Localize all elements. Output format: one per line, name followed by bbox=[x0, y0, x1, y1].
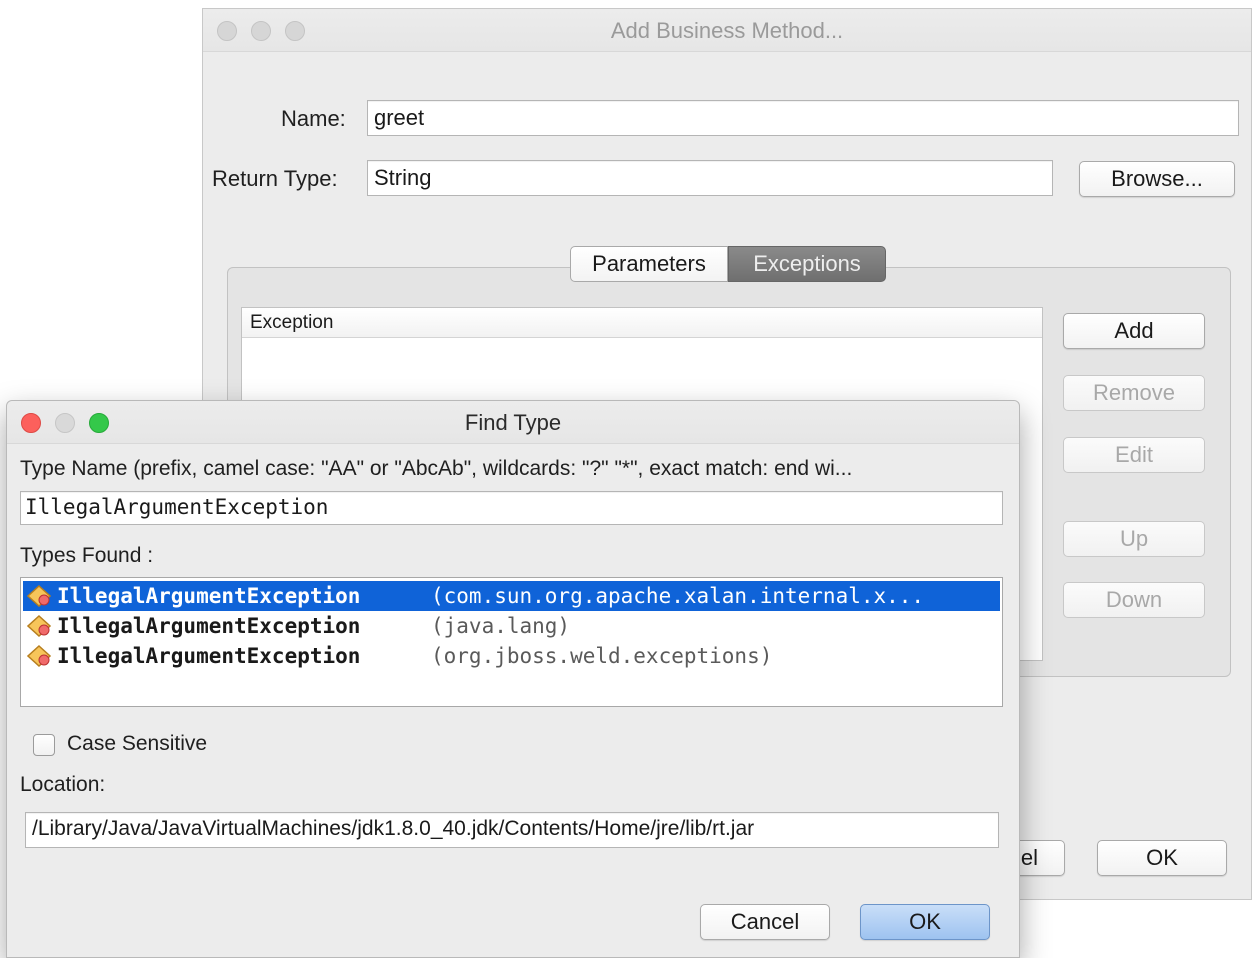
find-titlebar: Find Type bbox=[7, 401, 1019, 444]
up-button[interactable]: Up bbox=[1063, 521, 1205, 557]
ok-button[interactable]: OK bbox=[860, 904, 990, 940]
type-name-value: IllegalArgumentException bbox=[25, 495, 329, 519]
class-icon bbox=[27, 584, 52, 608]
type-name: IllegalArgumentException bbox=[57, 614, 361, 638]
class-icon bbox=[27, 614, 52, 638]
return-type-label: Return Type: bbox=[212, 166, 338, 191]
type-package: (org.jboss.weld.exceptions) bbox=[431, 644, 773, 668]
bg-ok-button[interactable]: OK bbox=[1097, 840, 1227, 876]
window-title: Find Type bbox=[464, 410, 562, 435]
browse-button[interactable]: Browse... bbox=[1079, 161, 1235, 197]
list-item[interactable]: IllegalArgumentException (org.jboss.weld… bbox=[23, 641, 1000, 671]
edit-button[interactable]: Edit bbox=[1063, 437, 1205, 473]
types-found-label: Types Found : bbox=[20, 544, 154, 567]
remove-button[interactable]: Remove bbox=[1063, 375, 1205, 411]
class-icon bbox=[27, 644, 52, 668]
types-found-list[interactable]: IllegalArgumentException (com.sun.org.ap… bbox=[20, 577, 1003, 707]
type-name: IllegalArgumentException bbox=[57, 584, 361, 608]
type-name: IllegalArgumentException bbox=[57, 644, 361, 668]
find-type-dialog: Find Type Type Name (prefix, camel case:… bbox=[6, 400, 1020, 958]
table-header-exception[interactable]: Exception bbox=[242, 308, 1042, 338]
type-package: (java.lang) bbox=[431, 614, 571, 638]
type-package: (com.sun.org.apache.xalan.internal.x... bbox=[431, 584, 925, 608]
tab-parameters[interactable]: Parameters bbox=[570, 246, 728, 282]
type-name-label: Type Name (prefix, camel case: "AA" or "… bbox=[20, 457, 853, 480]
name-label: Name: bbox=[281, 106, 346, 131]
case-sensitive-label[interactable]: Case Sensitive bbox=[67, 732, 207, 756]
location-field[interactable]: /Library/Java/JavaVirtualMachines/jdk1.8… bbox=[25, 812, 999, 848]
down-button[interactable]: Down bbox=[1063, 582, 1205, 618]
list-item[interactable]: IllegalArgumentException (java.lang) bbox=[23, 611, 1000, 641]
list-item[interactable]: IllegalArgumentException (com.sun.org.ap… bbox=[23, 581, 1000, 611]
window-title: Add Business Method... bbox=[610, 18, 844, 43]
add-button[interactable]: Add bbox=[1063, 313, 1205, 349]
bg-titlebar: Add Business Method... bbox=[203, 9, 1251, 52]
name-field[interactable]: greet bbox=[367, 100, 1239, 136]
location-label: Location: bbox=[20, 773, 106, 796]
tab-exceptions[interactable]: Exceptions bbox=[728, 246, 886, 282]
return-type-field[interactable]: String bbox=[367, 160, 1053, 196]
cancel-button[interactable]: Cancel bbox=[700, 904, 830, 940]
case-sensitive-checkbox[interactable] bbox=[33, 734, 55, 756]
type-name-input[interactable]: IllegalArgumentException bbox=[20, 491, 1003, 525]
